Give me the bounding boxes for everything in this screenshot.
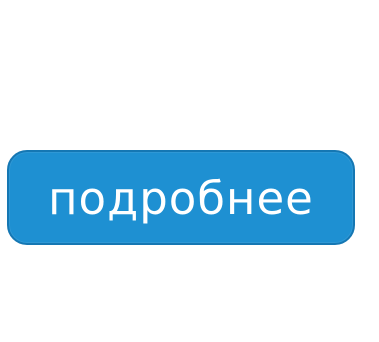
more-details-button-label: подробнее bbox=[48, 172, 314, 225]
page-canvas: подробнее bbox=[0, 0, 379, 342]
more-details-button[interactable]: подробнее bbox=[7, 150, 355, 245]
